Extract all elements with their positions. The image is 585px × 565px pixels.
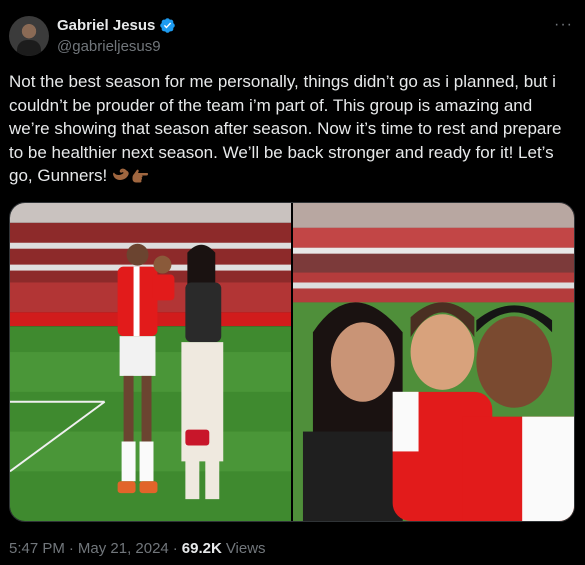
backhand-index-pointing-right-icon: [132, 170, 149, 183]
tweet-time[interactable]: 5:47 PM: [9, 540, 65, 557]
flexed-biceps-icon: [113, 169, 129, 181]
photo-family-selfie-image: [293, 203, 574, 521]
photo-family-pitch[interactable]: [10, 203, 291, 521]
tweet-body: Not the best season for me personally, t…: [9, 72, 562, 186]
author-handle[interactable]: @gabrieljesus9: [57, 38, 161, 55]
tweet-header: Gabriel Jesus @gabrieljesus9 ···: [9, 16, 575, 58]
author-name-row: Gabriel Jesus: [57, 17, 176, 34]
views-label: Views: [225, 540, 266, 557]
more-icon[interactable]: ···: [554, 16, 573, 34]
photo-family-selfie[interactable]: [293, 203, 574, 521]
tweet-media: [9, 202, 575, 522]
views-count: 69.2K: [181, 540, 222, 557]
verified-badge-icon: [160, 18, 176, 33]
tweet-meta: 5:47 PM · May 21, 2024 · 69.2K Views: [9, 540, 266, 557]
avatar[interactable]: [9, 16, 49, 56]
meta-separator: ·: [68, 540, 74, 557]
tweet-date[interactable]: May 21, 2024: [78, 540, 169, 557]
tweet-text: Not the best season for me personally, t…: [9, 70, 575, 188]
author-display-name[interactable]: Gabriel Jesus: [57, 17, 155, 34]
meta-separator: ·: [172, 540, 178, 557]
photo-family-pitch-image: [10, 203, 291, 521]
